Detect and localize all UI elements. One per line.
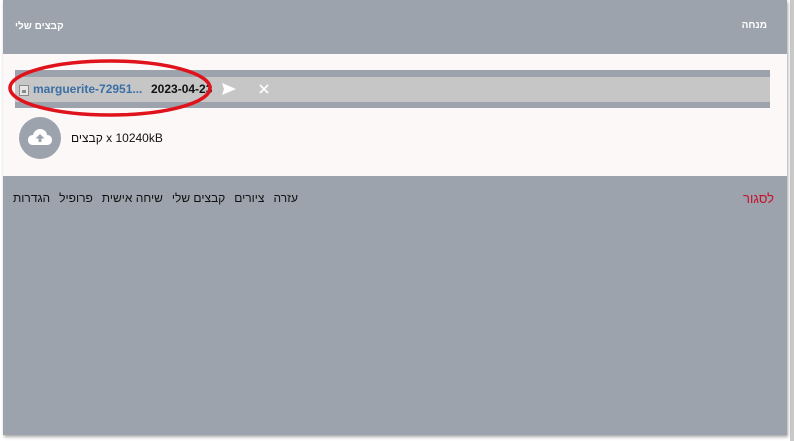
- nav-item-profile[interactable]: פרופיל: [59, 191, 93, 205]
- header: קבצים שלי מנחה: [3, 0, 787, 54]
- close-icon[interactable]: [258, 83, 270, 95]
- nav-item-private-chat[interactable]: שיחה אישית: [102, 191, 163, 205]
- window-edge: [790, 0, 794, 441]
- file-row: marguerite-72951... 2023-04-23: [15, 70, 770, 108]
- nav-menu: עזרה ציורים קבצים שלי שיחה אישית פרופיל …: [13, 191, 298, 205]
- logout-button[interactable]: לסגור: [743, 191, 774, 206]
- nav-item-drawings[interactable]: ציורים: [234, 191, 264, 205]
- upload-limit-label: קבצים x 10240kB: [71, 131, 163, 145]
- guide-link[interactable]: מנחה: [742, 20, 767, 31]
- upload-button[interactable]: [19, 117, 61, 159]
- cloud-upload-icon: [28, 129, 52, 145]
- file-name-link[interactable]: marguerite-72951...: [33, 82, 142, 96]
- bottom-nav: עזרה ציורים קבצים שלי שיחה אישית פרופיל …: [3, 176, 787, 206]
- page-title: קבצים שלי: [15, 21, 64, 32]
- send-icon[interactable]: [221, 82, 237, 96]
- files-panel: marguerite-72951... 2023-04-23 קבצים x 1…: [3, 54, 787, 176]
- nav-item-settings[interactable]: הגדרות: [13, 191, 50, 205]
- nav-item-help[interactable]: עזרה: [273, 191, 298, 205]
- image-file-icon: [19, 85, 29, 96]
- file-row-content: marguerite-72951... 2023-04-23: [15, 77, 770, 102]
- nav-item-my-files[interactable]: קבצים שלי: [172, 191, 225, 205]
- file-date: 2023-04-23: [151, 82, 213, 96]
- files-window: קבצים שלי מנחה marguerite-72951... 2023-…: [3, 0, 787, 435]
